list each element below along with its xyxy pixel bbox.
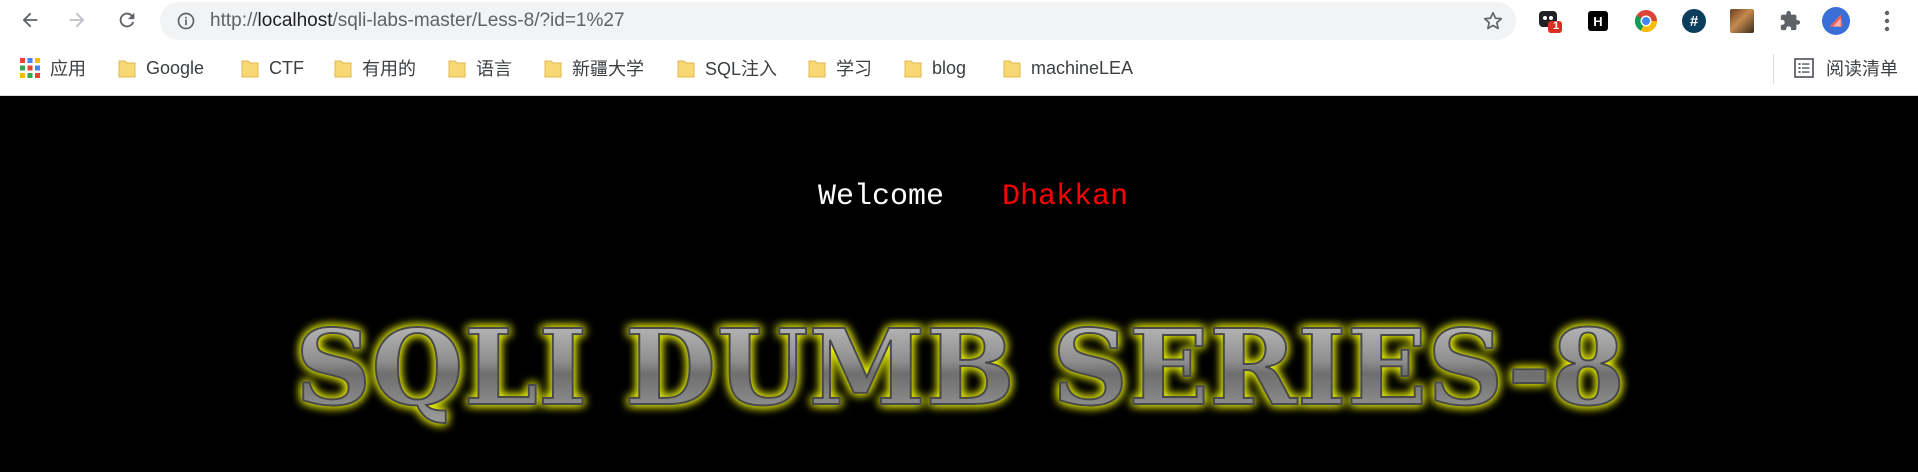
folder-icon <box>448 60 466 77</box>
folder-icon <box>1003 60 1021 77</box>
folder-icon <box>904 60 922 77</box>
bookmark-label: 学习 <box>836 59 872 79</box>
reading-list-label: 阅读清单 <box>1826 59 1898 80</box>
welcome-text: Welcome <box>818 180 945 214</box>
bookmark-folder-ctf[interactable]: CTF <box>241 52 304 84</box>
bookmark-folder-sql-injection[interactable]: SQL注入 <box>677 52 777 84</box>
back-button[interactable] <box>15 5 45 35</box>
folder-icon <box>544 60 562 77</box>
reload-button[interactable] <box>112 5 142 35</box>
extension-hash-button[interactable]: # <box>1680 7 1708 35</box>
extension-h-label: H <box>1593 13 1603 29</box>
extension-h-button[interactable]: H <box>1584 7 1612 35</box>
forward-button[interactable] <box>62 5 92 35</box>
bookmark-folder-blog[interactable]: blog <box>904 52 966 84</box>
star-icon[interactable] <box>1482 10 1504 32</box>
folder-icon <box>334 60 352 77</box>
bookmark-folder-useful[interactable]: 有用的 <box>334 52 416 84</box>
avatar-icon <box>1730 9 1754 33</box>
bookmark-label: blog <box>932 57 967 78</box>
extension-badge-button[interactable]: 1 <box>1536 7 1564 35</box>
puzzle-icon <box>1780 10 1801 31</box>
page-content: Welcome Dhakkan SQLI DUMB SERIES-8 <box>0 96 1918 472</box>
user-name: Dhakkan <box>1002 180 1129 214</box>
reading-list-button[interactable]: 阅读清单 <box>1794 52 1898 84</box>
profile-button[interactable] <box>1822 7 1850 35</box>
hash-icon: # <box>1682 9 1706 33</box>
more-vertical-icon <box>1884 10 1890 32</box>
bookmark-label: CTF <box>269 57 304 78</box>
info-icon[interactable] <box>176 11 196 31</box>
reload-icon <box>119 12 135 28</box>
bookmark-label: Google <box>146 57 205 78</box>
url-host: localhost <box>257 10 333 31</box>
arrow-right-icon <box>69 12 85 28</box>
browser-toolbar: http://localhost/sqli-labs-master/Less-8… <box>0 0 1918 42</box>
bookmarks-divider <box>1773 54 1774 84</box>
extensions-menu-button[interactable] <box>1776 7 1804 35</box>
page-title-banner: SQLI DUMB SERIES-8 <box>294 305 1626 430</box>
url-path: /sqli-labs-master/Less-8/?id=1%27 <box>332 10 625 31</box>
folder-icon <box>808 60 826 77</box>
url-prefix: http:// <box>210 10 258 31</box>
bookmark-folder-google[interactable]: Google <box>118 52 204 84</box>
banner-text: SQLI DUMB SERIES-8 <box>295 306 1625 429</box>
bookmark-label: machineLEA <box>1031 57 1134 78</box>
apps-grid-icon <box>20 58 40 78</box>
extension-hash-label: # <box>1689 12 1699 30</box>
chrome-icon <box>1635 10 1657 32</box>
folder-icon <box>118 60 136 77</box>
bookmark-folder-machinelea[interactable]: machineLEA <box>1003 52 1133 84</box>
arrow-left-icon <box>22 12 38 28</box>
bookmark-label: 有用的 <box>362 59 416 79</box>
folder-icon <box>241 60 259 77</box>
profile-icon <box>1822 7 1850 35</box>
bookmark-label: 语言 <box>476 59 512 79</box>
extension-avatar-button[interactable] <box>1728 7 1756 35</box>
bookmark-label: SQL注入 <box>705 59 778 79</box>
bookmark-folder-xinjiang-university[interactable]: 新疆大学 <box>544 52 644 84</box>
h-icon: H <box>1588 11 1608 31</box>
bookmark-label: 新疆大学 <box>572 59 644 79</box>
address-bar[interactable]: http://localhost/sqli-labs-master/Less-8… <box>160 2 1516 40</box>
bookmark-apps[interactable]: 应用 <box>20 52 86 84</box>
extension-chrome-button[interactable] <box>1632 7 1660 35</box>
folder-icon <box>677 60 695 77</box>
bookmarks-bar: 应用 Google CTF 有用的 语言 新疆大学 SQL注入 学习 blog … <box>0 42 1918 96</box>
chrome-menu-button[interactable] <box>1873 7 1901 35</box>
extension-badge-count: 1 <box>1553 20 1560 32</box>
bookmark-folder-language[interactable]: 语言 <box>448 52 512 84</box>
bookmark-apps-label: 应用 <box>50 59 86 79</box>
url-text[interactable]: http://localhost/sqli-labs-master/Less-8… <box>210 2 625 40</box>
bookmark-folder-study[interactable]: 学习 <box>808 52 872 84</box>
reading-list-icon <box>1794 58 1814 78</box>
welcome-message: Welcome Dhakkan <box>818 180 1128 214</box>
